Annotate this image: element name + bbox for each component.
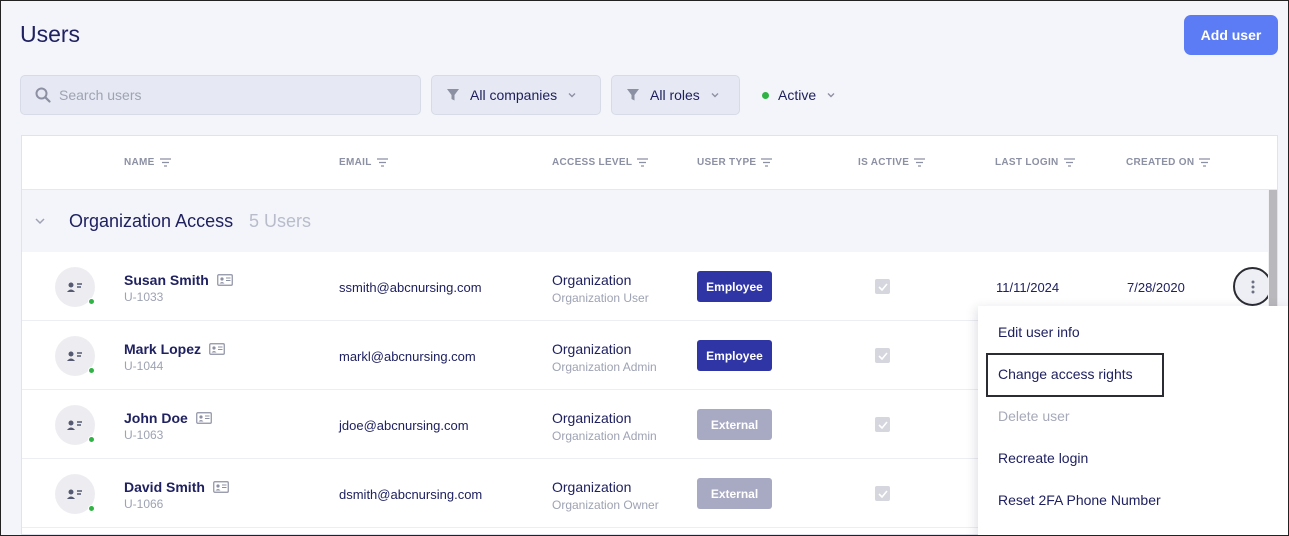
access-level: Organization bbox=[552, 341, 632, 357]
access-level: Organization bbox=[552, 272, 632, 288]
user-type-badge: Employee bbox=[697, 340, 772, 371]
user-id: U-1033 bbox=[124, 290, 164, 304]
status-filter[interactable]: Active bbox=[762, 75, 836, 115]
access-level: Organization bbox=[552, 410, 632, 426]
chevron-down-icon[interactable] bbox=[34, 216, 46, 226]
scrollbar-thumb[interactable] bbox=[1269, 190, 1277, 315]
online-indicator bbox=[88, 367, 95, 374]
column-header-user-type[interactable]: USER TYPE bbox=[697, 157, 773, 168]
last-login: 11/11/2024 bbox=[996, 280, 1060, 295]
avatar bbox=[55, 267, 95, 307]
sort-icon bbox=[159, 158, 171, 167]
row-actions-button[interactable] bbox=[1233, 267, 1272, 306]
online-indicator bbox=[88, 505, 95, 512]
access-role: Organization Owner bbox=[552, 498, 659, 512]
roles-filter-label: All roles bbox=[650, 87, 700, 103]
user-type-badge: External bbox=[697, 409, 772, 440]
is-active-checkbox bbox=[875, 417, 890, 432]
user-icon bbox=[67, 351, 82, 361]
access-role: Organization User bbox=[552, 291, 649, 305]
column-header-access-level[interactable]: ACCESS LEVEL bbox=[552, 157, 649, 168]
user-icon bbox=[67, 420, 82, 430]
check-icon bbox=[877, 420, 888, 429]
user-id: U-1066 bbox=[124, 497, 164, 511]
more-vertical-icon bbox=[1251, 280, 1254, 293]
filter-icon bbox=[447, 89, 459, 101]
chevron-down-icon bbox=[568, 93, 576, 98]
search-box[interactable] bbox=[20, 75, 421, 115]
menu-item-delete-user: Delete user bbox=[998, 408, 1070, 424]
status-dot bbox=[762, 91, 769, 99]
access-role: Organization Admin bbox=[552, 360, 657, 374]
column-header-is-active[interactable]: IS ACTIVE bbox=[858, 157, 926, 168]
is-active-checkbox bbox=[875, 486, 890, 501]
table-header: NAME EMAIL ACCESS LEVEL USER TYPE IS ACT… bbox=[22, 136, 1277, 190]
menu-item-recreate-login[interactable]: Recreate login bbox=[998, 450, 1088, 466]
user-name[interactable]: Mark Lopez bbox=[124, 341, 225, 357]
row-actions-menu: Edit user info Change access rights Dele… bbox=[978, 306, 1288, 535]
sort-icon bbox=[637, 158, 649, 167]
sort-icon bbox=[1199, 158, 1211, 167]
search-input[interactable] bbox=[59, 87, 379, 103]
group-count: 5 Users bbox=[249, 211, 312, 231]
user-id: U-1044 bbox=[124, 359, 164, 373]
chevron-down-icon bbox=[711, 93, 719, 98]
roles-filter[interactable]: All roles bbox=[611, 75, 740, 115]
user-type-badge: External bbox=[697, 478, 772, 509]
column-header-last-login[interactable]: LAST LOGIN bbox=[995, 157, 1075, 168]
column-header-email[interactable]: EMAIL bbox=[339, 157, 388, 168]
user-icon bbox=[67, 489, 82, 499]
user-name[interactable]: Susan Smith bbox=[124, 272, 233, 288]
companies-filter-label: All companies bbox=[470, 87, 558, 103]
id-card-icon[interactable] bbox=[209, 343, 225, 355]
user-name[interactable]: David Smith bbox=[124, 479, 229, 495]
sort-icon bbox=[1063, 158, 1075, 167]
menu-item-reset-2fa-phone[interactable]: Reset 2FA Phone Number bbox=[998, 492, 1161, 508]
check-icon bbox=[877, 489, 888, 498]
search-icon bbox=[35, 87, 51, 103]
user-email: dsmith@abcnursing.com bbox=[339, 487, 483, 502]
app-frame: Users Add user All companies All roles A… bbox=[0, 0, 1289, 536]
created-on: 7/28/2020 bbox=[1127, 280, 1185, 295]
id-card-icon[interactable] bbox=[216, 274, 233, 286]
is-active-checkbox bbox=[875, 348, 890, 363]
menu-item-change-access-rights[interactable]: Change access rights bbox=[998, 366, 1133, 382]
user-email: jdoe@abcnursing.com bbox=[339, 418, 469, 433]
avatar bbox=[55, 474, 95, 514]
user-id: U-1063 bbox=[124, 428, 164, 442]
user-email: markl@abcnursing.com bbox=[339, 349, 476, 364]
page-title: Users bbox=[20, 21, 81, 47]
menu-item-edit-user-info[interactable]: Edit user info bbox=[998, 324, 1080, 340]
sort-icon bbox=[761, 158, 773, 167]
user-email: ssmith@abcnursing.com bbox=[339, 280, 482, 295]
access-level: Organization bbox=[552, 479, 632, 495]
online-indicator bbox=[88, 298, 95, 305]
user-icon bbox=[67, 282, 82, 292]
avatar bbox=[55, 405, 95, 445]
is-active-checkbox bbox=[875, 279, 890, 294]
chevron-down-icon bbox=[827, 93, 835, 98]
filter-icon bbox=[627, 89, 639, 101]
column-header-name[interactable]: NAME bbox=[124, 157, 171, 168]
sort-icon bbox=[376, 158, 388, 167]
user-type-badge: Employee bbox=[697, 271, 772, 302]
user-name[interactable]: John Doe bbox=[124, 410, 212, 426]
group-row-organization-access[interactable]: Organization Access 5 Users bbox=[22, 190, 1268, 252]
check-icon bbox=[877, 282, 888, 291]
column-header-created-on[interactable]: CREATED ON bbox=[1126, 157, 1211, 168]
online-indicator bbox=[88, 436, 95, 443]
status-filter-label: Active bbox=[778, 87, 817, 103]
access-role: Organization Admin bbox=[552, 429, 657, 443]
id-card-icon[interactable] bbox=[195, 412, 212, 424]
id-card-icon[interactable] bbox=[213, 481, 229, 493]
check-icon bbox=[877, 351, 888, 360]
group-title: Organization Access bbox=[69, 211, 234, 231]
add-user-button[interactable]: Add user bbox=[1184, 15, 1278, 55]
companies-filter[interactable]: All companies bbox=[431, 75, 601, 115]
avatar bbox=[55, 336, 95, 376]
sort-icon bbox=[914, 158, 926, 167]
